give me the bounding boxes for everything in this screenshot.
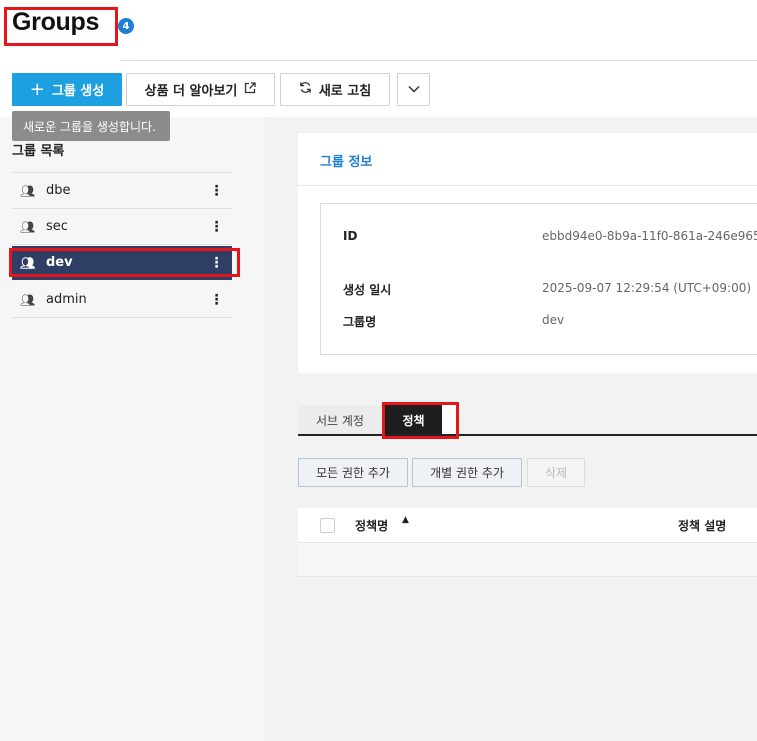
create-group-button[interactable]: + 그룹 생성 [12, 73, 122, 106]
group-icon: 👥︎ [20, 219, 36, 234]
group-icon: 👥︎ [20, 292, 36, 307]
more-dropdown-button[interactable] [397, 73, 430, 106]
group-list-title: 그룹 목록 [12, 144, 65, 159]
group-item-label: admin [46, 292, 87, 307]
group-name-label: 그룹명 [343, 315, 377, 329]
plus-icon: + [29, 78, 45, 100]
create-group-tooltip: 새로운 그룹을 생성합니다. [12, 111, 170, 141]
kebab-menu-icon[interactable]: ⋮ [208, 219, 224, 235]
card-divider [298, 185, 757, 186]
kebab-menu-icon[interactable]: ⋮ [208, 292, 224, 308]
id-value: ebbd94e0-8b9a-11f0-861a-246e9659 [542, 229, 757, 243]
group-item-admin[interactable]: 👥︎ admin ⋮ [12, 282, 232, 318]
kebab-menu-icon[interactable]: ⋮ [208, 183, 224, 199]
table-empty-row [298, 543, 757, 577]
group-info-title: 그룹 정보 [320, 155, 373, 170]
highlight-box-policy-tab [382, 402, 459, 439]
learn-more-button[interactable]: 상품 더 알아보기 [126, 73, 275, 106]
group-info-table [320, 203, 757, 355]
add-individual-permission-button[interactable]: 개별 권한 추가 [412, 458, 522, 487]
refresh-label: 새로 고침 [318, 84, 372, 99]
group-item-label: sec [46, 219, 68, 234]
select-all-checkbox[interactable] [320, 518, 335, 533]
add-all-permissions-button[interactable]: 모든 권한 추가 [298, 458, 408, 487]
created-at-value: 2025-09-07 12:29:54 (UTC+09:00) [542, 281, 752, 295]
learn-more-label: 상품 더 알아보기 [144, 84, 238, 99]
id-label: ID [343, 229, 358, 243]
group-name-value: dev [542, 313, 565, 327]
tab-sub-account[interactable]: 서브 계정 [298, 405, 382, 435]
header-divider [120, 60, 757, 61]
count-badge: 4 [118, 18, 134, 34]
external-link-icon [244, 81, 257, 98]
group-item-label: dbe [46, 183, 71, 198]
refresh-icon [299, 81, 312, 98]
group-icon: 👥︎ [20, 183, 36, 198]
tabs-underline [298, 434, 757, 436]
group-item-sec[interactable]: 👥︎ sec ⋮ [12, 209, 232, 245]
create-group-label: 그룹 생성 [51, 84, 105, 99]
column-header-policy-name[interactable]: 정책명 [355, 517, 388, 534]
group-item-dbe[interactable]: 👥︎ dbe ⋮ [12, 173, 232, 209]
created-at-label: 생성 일시 [343, 283, 392, 297]
chevron-down-icon [407, 82, 420, 97]
sort-asc-icon[interactable]: ▲ [402, 515, 409, 525]
highlight-box-title [4, 7, 118, 46]
refresh-button[interactable]: 새로 고침 [280, 73, 390, 106]
highlight-box-dev [9, 248, 240, 277]
column-header-policy-description: 정책 설명 [678, 519, 727, 533]
delete-button[interactable]: 삭제 [527, 458, 585, 487]
